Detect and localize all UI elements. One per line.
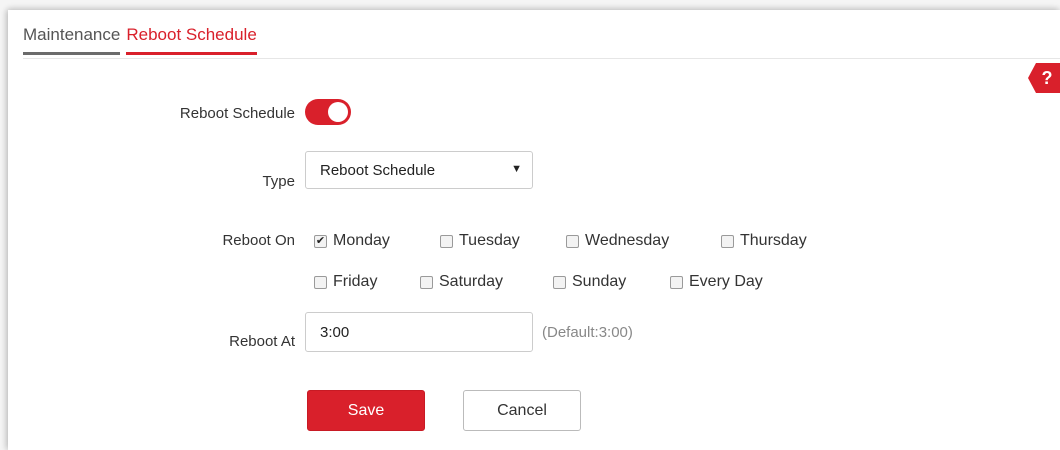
checkbox-thursday[interactable]: Thursday <box>721 232 807 250</box>
checkbox-monday[interactable]: ✔ Monday <box>314 232 390 250</box>
reboot-schedule-toggle[interactable] <box>305 99 351 125</box>
reboot-at-default-hint: (Default:3:00) <box>542 324 633 341</box>
checkbox-sunday[interactable]: Sunday <box>553 273 626 291</box>
checkbox-label-wednesday: Wednesday <box>585 232 670 249</box>
type-select[interactable]: Reboot Schedule ▼ <box>305 151 533 189</box>
checkbox-friday[interactable]: Friday <box>314 273 377 291</box>
checkbox-wednesday[interactable]: Wednesday <box>566 232 669 250</box>
help-button[interactable]: ? <box>1028 63 1060 93</box>
checkbox-box[interactable] <box>440 234 453 248</box>
checkbox-label-friday: Friday <box>333 273 378 290</box>
toggle-knob <box>328 102 348 122</box>
checkbox-every-day[interactable]: Every Day <box>670 273 763 291</box>
tab-bar: Maintenance Reboot Schedule <box>23 25 258 55</box>
reboot-schedule-panel: Maintenance Reboot Schedule ? <box>8 10 1060 450</box>
type-label: Type <box>262 173 295 190</box>
checkbox-box[interactable] <box>314 275 327 289</box>
checkbox-saturday[interactable]: Saturday <box>420 273 503 291</box>
type-select-value: Reboot Schedule <box>320 161 436 179</box>
reboot-at-input[interactable] <box>305 312 533 352</box>
tab-reboot-schedule[interactable]: Reboot Schedule <box>126 25 258 55</box>
dropdown-arrow-icon: ▼ <box>511 163 522 175</box>
question-icon: ? <box>1041 67 1053 88</box>
checkbox-box[interactable] <box>566 234 579 248</box>
checkbox-label-sunday: Sunday <box>572 273 627 290</box>
checkbox-box-checked[interactable]: ✔ <box>314 234 327 248</box>
checkbox-label-monday: Monday <box>333 232 390 249</box>
reboot-schedule-label: Reboot Schedule <box>179 105 295 122</box>
save-button[interactable]: Save <box>307 390 425 431</box>
checkbox-box[interactable] <box>670 275 683 289</box>
checkbox-label-saturday: Saturday <box>439 273 504 290</box>
cancel-button[interactable]: Cancel <box>463 390 581 431</box>
checkbox-box[interactable] <box>420 275 433 289</box>
reboot-at-label: Reboot At <box>229 333 295 350</box>
checkbox-box[interactable] <box>553 275 566 289</box>
checkbox-label-every-day: Every Day <box>689 273 763 290</box>
tab-divider <box>23 58 1060 59</box>
reboot-on-label: Reboot On <box>222 232 295 249</box>
checkbox-label-tuesday: Tuesday <box>459 232 520 249</box>
tab-maintenance[interactable]: Maintenance <box>23 25 121 55</box>
checkbox-tuesday[interactable]: Tuesday <box>440 232 520 250</box>
checkbox-box[interactable] <box>721 234 734 248</box>
checkbox-label-thursday: Thursday <box>740 232 807 249</box>
